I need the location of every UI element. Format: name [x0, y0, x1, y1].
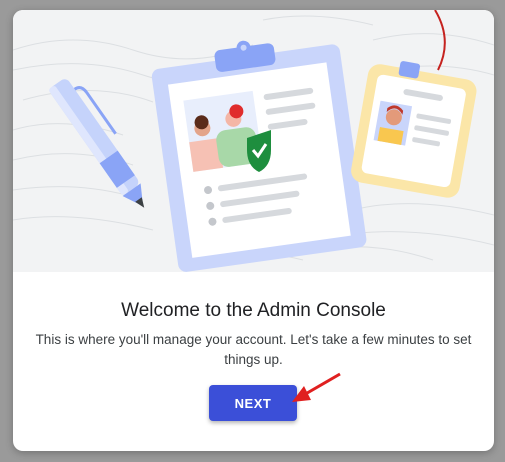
illustration-area [13, 10, 494, 272]
illustration [13, 10, 494, 272]
dialog-description: This is where you'll manage your account… [35, 332, 472, 367]
lanyard [434, 10, 446, 71]
pen-icon [49, 79, 145, 208]
id-badge-icon [351, 61, 477, 198]
next-button[interactable]: NEXT [209, 385, 297, 421]
dialog-title: Welcome to the Admin Console [121, 300, 386, 321]
welcome-dialog: Welcome to the Admin Console This is whe… [13, 10, 494, 451]
